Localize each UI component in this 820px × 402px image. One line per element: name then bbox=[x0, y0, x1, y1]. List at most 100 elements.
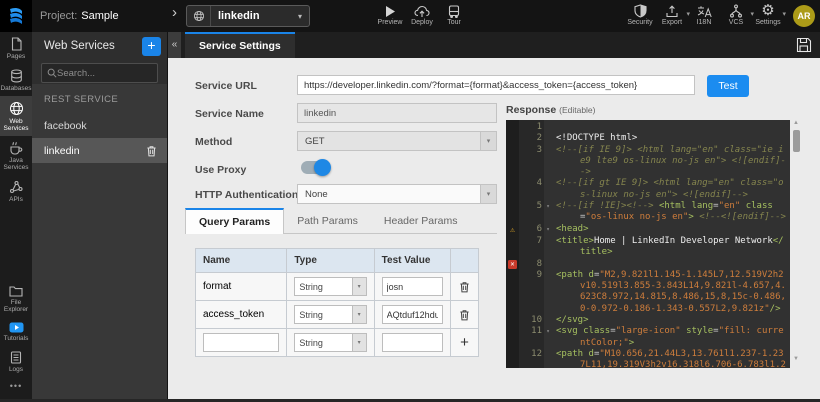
fold-icon[interactable]: ▾ bbox=[544, 224, 552, 236]
sidebar-item-logs[interactable]: Logs bbox=[0, 346, 32, 377]
tab-header-params[interactable]: Header Params bbox=[371, 208, 471, 233]
plus-icon: + bbox=[460, 336, 469, 350]
service-item-linkedin[interactable]: linkedin bbox=[32, 138, 167, 163]
rest-service-section: REST SERVICE facebook linkedin bbox=[32, 84, 167, 399]
trash-icon bbox=[459, 309, 470, 321]
add-service-button[interactable]: + bbox=[142, 37, 161, 56]
use-proxy-toggle[interactable] bbox=[301, 161, 329, 174]
service-settings-content: Service URL Test Service Name Method GET… bbox=[168, 58, 820, 399]
preview-button[interactable]: Preview bbox=[374, 2, 406, 26]
test-button[interactable]: Test bbox=[707, 75, 749, 97]
tab-query-params[interactable]: Query Params bbox=[185, 208, 284, 234]
editor-scrollbar[interactable]: ▲ ▼ bbox=[792, 120, 802, 368]
code-line: ⚠6▾<head> bbox=[506, 224, 790, 236]
method-select[interactable]: GET ▾ bbox=[297, 131, 497, 151]
tab-path-params[interactable]: Path Params bbox=[284, 208, 371, 233]
sidebar-item-apis[interactable]: APIs bbox=[0, 175, 32, 207]
new-param-name-input[interactable] bbox=[203, 333, 279, 352]
code-line: 5▾<!--[if !IE]><!--> <html lang="en" cla… bbox=[506, 201, 790, 224]
column-header-test-value: Test Value bbox=[375, 249, 451, 272]
settings-button[interactable]: ⚙ Settings ▾ bbox=[752, 2, 784, 26]
service-name-label: Service Name bbox=[195, 108, 264, 120]
sidebar-item-tutorials[interactable]: Tutorials bbox=[0, 317, 32, 346]
scroll-down-icon[interactable]: ▼ bbox=[793, 356, 799, 362]
fold-icon[interactable]: ▾ bbox=[544, 326, 552, 349]
fold-icon[interactable]: ▾ bbox=[544, 201, 552, 224]
left-icon-sidebar: Pages Databases Web Services Java Servic… bbox=[0, 32, 32, 399]
service-item-facebook[interactable]: facebook bbox=[32, 113, 167, 138]
code-line: 9<path d="M2,9.821l1.145-1.145L7,12.519V… bbox=[506, 270, 790, 315]
sidebar-more-button[interactable]: ••• bbox=[0, 377, 32, 399]
http-auth-select[interactable]: None ▾ bbox=[297, 184, 497, 204]
save-floppy-icon bbox=[796, 37, 812, 53]
trash-icon[interactable] bbox=[146, 145, 157, 157]
avatar[interactable]: AR bbox=[793, 5, 815, 27]
globe-icon bbox=[9, 101, 24, 116]
delete-param-button[interactable] bbox=[451, 273, 478, 300]
new-param-test-value-input[interactable] bbox=[382, 333, 443, 352]
param-test-value-input[interactable] bbox=[382, 277, 443, 296]
panel-title: Web Services bbox=[44, 40, 142, 52]
chevron-down-icon: ▾ bbox=[298, 12, 309, 21]
tour-button[interactable]: Tour bbox=[438, 2, 470, 26]
code-line: 3<!--[if IE 9]> <html lang="en" class="i… bbox=[506, 145, 790, 179]
sidebar-spacer bbox=[0, 207, 32, 280]
i18n-button[interactable]: I18N bbox=[688, 2, 720, 26]
wave-logo-icon bbox=[6, 6, 26, 26]
top-bar: Project: Sample › linkedin ▾ Preview Dep… bbox=[0, 0, 820, 32]
param-type-select[interactable]: String▾ bbox=[294, 277, 366, 296]
service-selector-dropdown[interactable]: linkedin ▾ bbox=[186, 5, 310, 27]
collapse-panel-button[interactable]: « bbox=[168, 32, 181, 58]
chevron-down-icon: ▾ bbox=[352, 334, 366, 351]
project-name: Sample bbox=[81, 10, 118, 22]
save-button[interactable] bbox=[796, 37, 812, 53]
param-type-select[interactable]: String▾ bbox=[294, 333, 366, 352]
http-auth-label: HTTP Authentication bbox=[195, 189, 298, 201]
use-proxy-label: Use Proxy bbox=[195, 164, 246, 176]
wavemaker-logo[interactable] bbox=[0, 0, 32, 32]
sidebar-item-databases[interactable]: Databases bbox=[0, 64, 32, 96]
search-icon bbox=[47, 68, 57, 78]
error-icon: ✕ bbox=[508, 260, 517, 269]
column-header-actions bbox=[451, 249, 478, 272]
param-test-value-input[interactable] bbox=[382, 305, 443, 324]
response-code-editor[interactable]: 12<!DOCTYPE html>3<!--[if IE 9]> <html l… bbox=[506, 120, 790, 368]
param-type-select[interactable]: String▾ bbox=[294, 305, 366, 324]
coffee-icon bbox=[9, 141, 23, 155]
sidebar-item-pages[interactable]: Pages bbox=[0, 32, 32, 64]
shield-icon bbox=[634, 2, 647, 18]
service-url-label: Service URL bbox=[195, 80, 257, 92]
export-button[interactable]: Export ▾ bbox=[656, 2, 688, 26]
search-input[interactable] bbox=[57, 68, 152, 79]
chevron-down-icon: ▾ bbox=[352, 306, 366, 323]
project-label: Project: bbox=[40, 10, 77, 22]
delete-param-button[interactable] bbox=[451, 301, 478, 328]
service-name-input[interactable] bbox=[297, 103, 497, 123]
web-services-panel: Web Services + REST SERVICE facebook lin… bbox=[32, 32, 168, 399]
branch-icon bbox=[729, 2, 743, 18]
code-line: 11▾<svg class="large-icon" style="fill: … bbox=[506, 326, 790, 349]
deploy-button[interactable]: Deploy bbox=[406, 2, 438, 26]
add-param-button[interactable]: + bbox=[451, 329, 478, 356]
scroll-up-icon[interactable]: ▲ bbox=[793, 120, 799, 126]
service-url-input[interactable] bbox=[297, 75, 695, 95]
breadcrumb-separator-icon: › bbox=[172, 4, 177, 21]
breadcrumb: Project: Sample bbox=[40, 0, 119, 32]
cloud-upload-icon bbox=[414, 2, 430, 18]
chevron-down-icon: ▾ bbox=[782, 10, 786, 18]
scrollbar-thumb[interactable] bbox=[793, 130, 800, 152]
vcs-button[interactable]: VCS ▾ bbox=[720, 2, 752, 26]
chevron-down-icon: ▾ bbox=[480, 185, 496, 203]
table-row: access_token String▾ bbox=[196, 301, 478, 329]
table-row: format String▾ bbox=[196, 273, 478, 301]
bus-icon bbox=[448, 2, 460, 18]
security-button[interactable]: Security bbox=[624, 2, 656, 26]
sidebar-item-web-services[interactable]: Web Services bbox=[0, 96, 32, 136]
code-line: 10</svg> bbox=[506, 315, 790, 326]
sidebar-item-java-services[interactable]: Java Services bbox=[0, 136, 32, 175]
folder-icon bbox=[9, 285, 23, 297]
tab-service-settings[interactable]: Service Settings bbox=[185, 32, 295, 58]
sidebar-item-file-explorer[interactable]: File Explorer bbox=[0, 280, 32, 317]
service-search[interactable] bbox=[41, 63, 158, 83]
table-row-new: String▾ + bbox=[196, 329, 478, 357]
